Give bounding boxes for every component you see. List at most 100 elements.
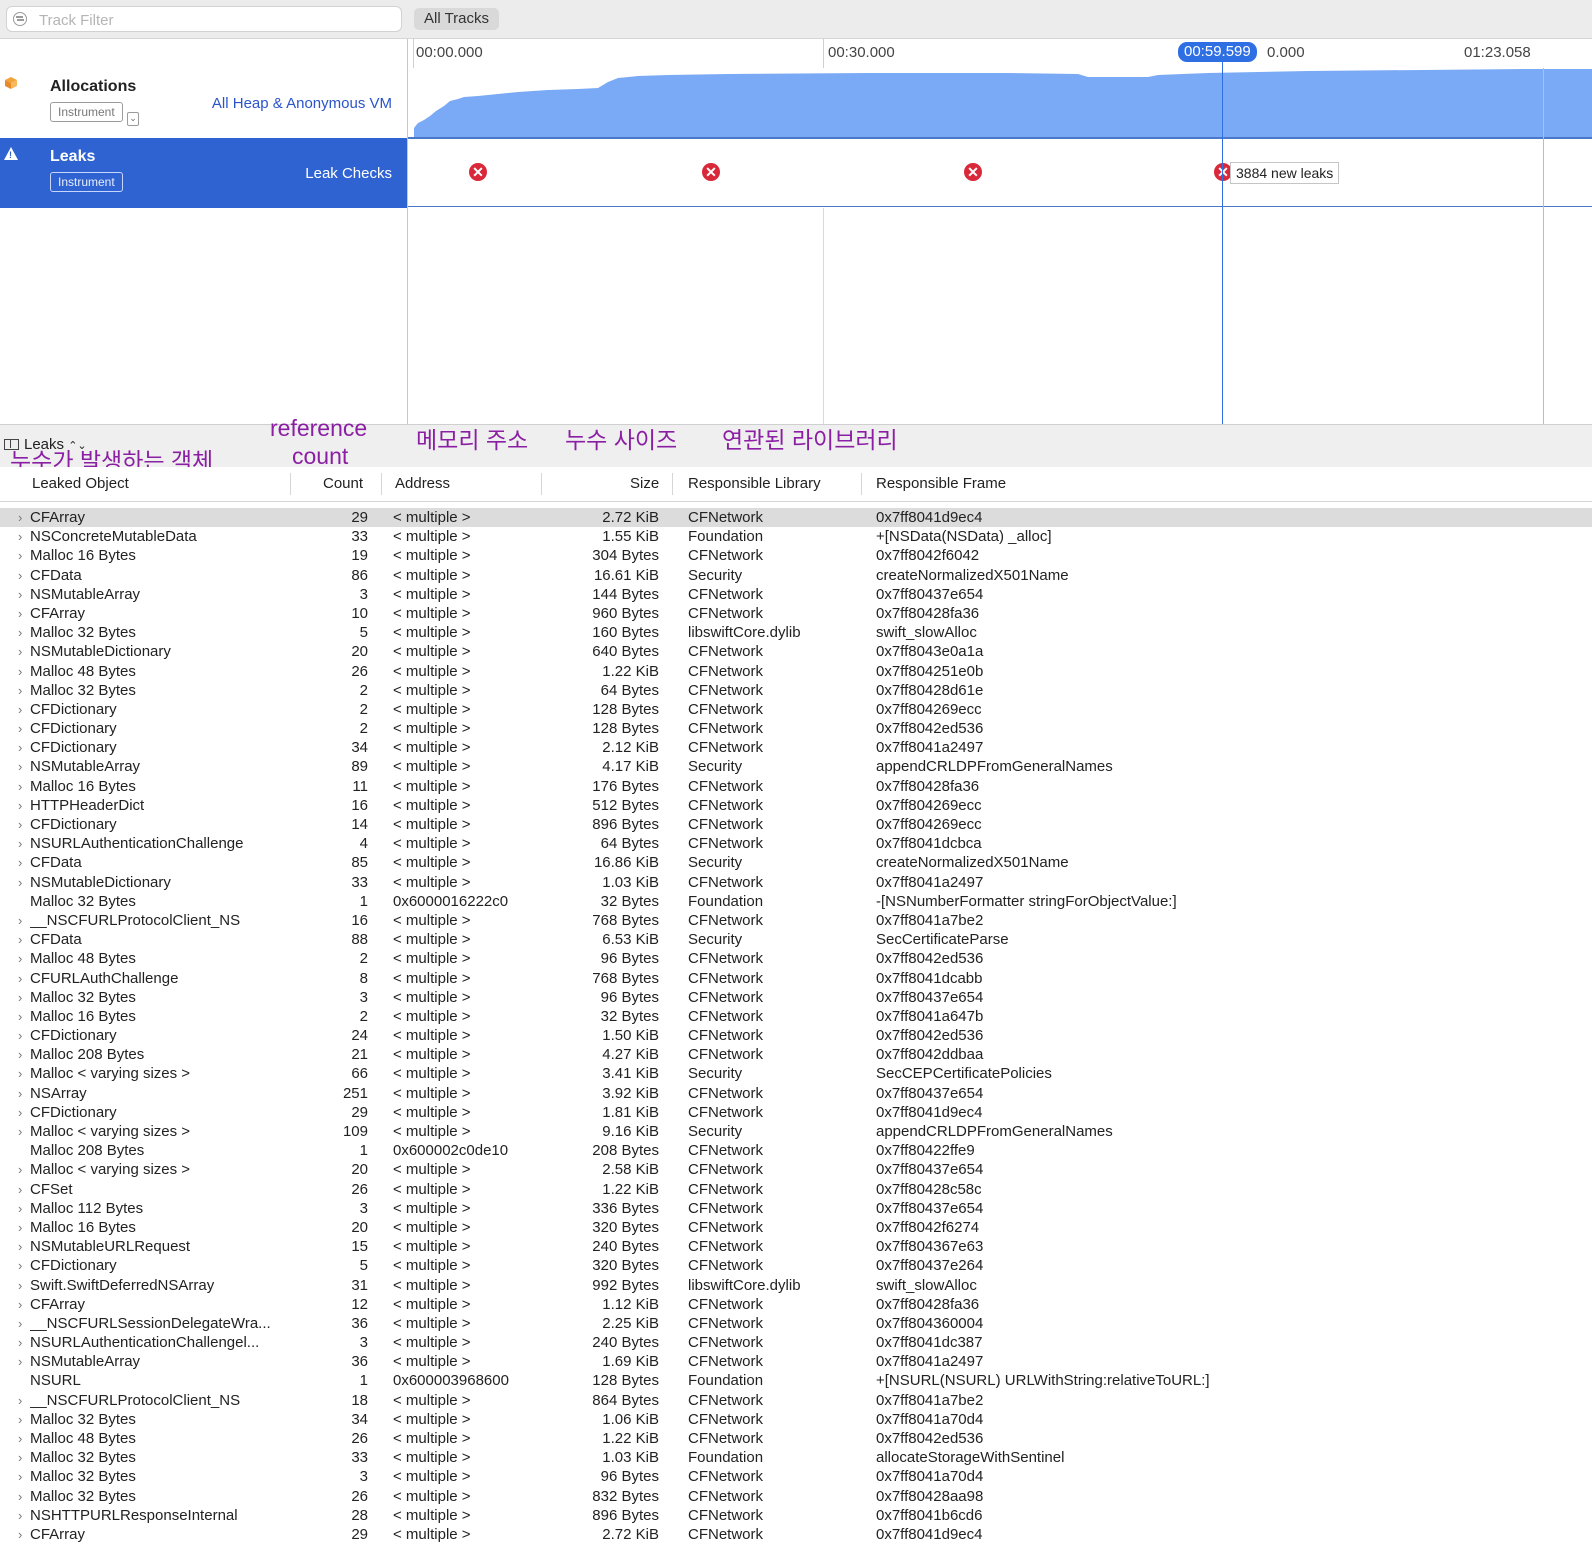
table-row[interactable]: › CFDictionary 34 < multiple > 2.12 KiB CFNet… [0,738,1592,757]
table-row[interactable]: › CFDictionary 24 < multiple > 1.50 KiB CFNet… [0,1026,1592,1045]
disclosure-chevron-icon[interactable]: › [18,700,22,719]
table-row[interactable]: › Malloc 32 Bytes 2 < multiple > 64 Bytes CFN… [0,681,1592,700]
table-row[interactable]: › Malloc 32 Bytes 33 < multiple > 1.03 KiB Fo… [0,1448,1592,1467]
table-row[interactable]: › CFDictionary 2 < multiple > 128 Bytes CFNet… [0,719,1592,738]
pane-divider[interactable] [407,39,408,424]
disclosure-chevron-icon[interactable]: › [18,719,22,738]
table-row[interactable]: › Malloc 32 Bytes 34 < multiple > 1.06 KiB CF… [0,1410,1592,1429]
disclosure-chevron-icon[interactable]: › [18,1045,22,1064]
table-row[interactable]: › HTTPHeaderDict 16 < multiple > 512 Bytes CF… [0,796,1592,815]
disclosure-chevron-icon[interactable]: › [18,604,22,623]
disclosure-chevron-icon[interactable]: › [18,1467,22,1486]
table-row[interactable]: › NSMutableDictionary 20 < multiple > 640 By… [0,642,1592,661]
table-row[interactable]: › Malloc 48 Bytes 26 < multiple > 1.22 KiB CF… [0,662,1592,681]
playhead-time-badge[interactable]: 00:59.599 [1178,42,1257,62]
table-row[interactable]: › Malloc 32 Bytes 3 < multiple > 96 Bytes CFN… [0,1467,1592,1486]
table-row[interactable]: › Malloc 48 Bytes 2 < multiple > 96 Bytes CFN… [0,949,1592,968]
all-tracks-button[interactable]: All Tracks [414,8,500,30]
disclosure-chevron-icon[interactable]: › [18,1391,22,1410]
disclosure-chevron-icon[interactable]: › [18,1084,22,1103]
time-ruler[interactable]: 00:00.000 00:30.000 0.000 01:23.058 [0,39,1592,69]
leak-marker-icon[interactable]: ✕ [964,163,982,181]
table-row[interactable]: › Malloc 112 Bytes 3 < multiple > 336 Bytes C… [0,1199,1592,1218]
disclosure-chevron-icon[interactable]: › [18,1237,22,1256]
table-row[interactable]: › Malloc < varying sizes > 20 < multiple > 2… [0,1160,1592,1179]
table-row[interactable]: › __NSCFURLProtocolClient_NS 18 < multiple … [0,1391,1592,1410]
disclosure-chevron-icon[interactable]: › [18,1276,22,1295]
table-row[interactable]: › CFDictionary 29 < multiple > 1.81 KiB CFNet… [0,1103,1592,1122]
disclosure-chevron-icon[interactable]: › [18,585,22,604]
track-detail-type[interactable]: All Heap & Anonymous VM [212,95,392,112]
disclosure-chevron-icon[interactable]: › [18,988,22,1007]
table-row[interactable]: Malloc 208 Bytes 1 0x600002c0de10 208 Bytes… [0,1141,1592,1160]
table-row[interactable]: › NSMutableArray 89 < multiple > 4.17 KiB Sec… [0,757,1592,776]
disclosure-chevron-icon[interactable]: › [18,1160,22,1179]
disclosure-chevron-icon[interactable]: › [18,1295,22,1314]
disclosure-chevron-icon[interactable]: › [18,911,22,930]
disclosure-chevron-icon[interactable]: › [18,834,22,853]
table-row[interactable]: › CFDictionary 2 < multiple > 128 Bytes CFNet… [0,700,1592,719]
table-row[interactable]: › Malloc < varying sizes > 66 < multiple > 3… [0,1064,1592,1083]
disclosure-chevron-icon[interactable]: › [18,508,22,527]
table-row[interactable]: › NSMutableURLRequest 15 < multiple > 240 By… [0,1237,1592,1256]
disclosure-chevron-icon[interactable]: › [18,1103,22,1122]
disclosure-chevron-icon[interactable]: › [18,949,22,968]
table-row[interactable]: › Malloc 16 Bytes 19 < multiple > 304 Bytes C… [0,546,1592,565]
table-row[interactable]: › CFDictionary 14 < multiple > 896 Bytes CFNe… [0,815,1592,834]
column-header-size[interactable]: Size [630,475,659,492]
leak-marker-icon[interactable]: ✕ [469,163,487,181]
disclosure-chevron-icon[interactable]: › [18,1410,22,1429]
disclosure-chevron-icon[interactable]: › [18,757,22,776]
disclosure-chevron-icon[interactable]: › [18,1218,22,1237]
table-row[interactable]: › CFDictionary 5 < multiple > 320 Bytes CFNet… [0,1256,1592,1275]
disclosure-chevron-icon[interactable]: › [18,738,22,757]
disclosure-chevron-icon[interactable]: › [18,873,22,892]
track-filter-field[interactable] [6,6,402,32]
table-row[interactable]: Malloc 32 Bytes 1 0x6000016222c0 32 Bytes Fo… [0,892,1592,911]
table-row[interactable]: › NSMutableDictionary 33 < multiple > 1.03 K… [0,873,1592,892]
disclosure-chevron-icon[interactable]: › [18,1122,22,1141]
table-row[interactable]: › NSMutableArray 3 < multiple > 144 Bytes CFN… [0,585,1592,604]
table-row[interactable]: › Swift.SwiftDeferredNSArray 31 < multiple … [0,1276,1592,1295]
disclosure-chevron-icon[interactable]: › [18,1256,22,1275]
table-row[interactable]: › NSHTTPURLResponseInternal 28 < multiple >… [0,1506,1592,1525]
table-row[interactable]: › __NSCFURLProtocolClient_NS 16 < multiple … [0,911,1592,930]
table-row[interactable]: › Malloc 16 Bytes 2 < multiple > 32 Bytes CFN… [0,1007,1592,1026]
disclosure-chevron-icon[interactable]: › [18,527,22,546]
disclosure-chevron-icon[interactable]: › [18,853,22,872]
table-row[interactable]: › CFArray 29 < multiple > 2.72 KiB CFNetwork 0… [0,1525,1592,1544]
table-row[interactable]: › Malloc < varying sizes > 109 < multiple >… [0,1122,1592,1141]
disclosure-chevron-icon[interactable]: › [18,1064,22,1083]
table-row[interactable]: › NSURLAuthenticationChallengel... 3 < mult… [0,1333,1592,1352]
disclosure-chevron-icon[interactable]: › [18,1487,22,1506]
disclosure-chevron-icon[interactable]: › [18,1429,22,1448]
disclosure-chevron-icon[interactable]: › [18,1199,22,1218]
table-row[interactable]: › Malloc 16 Bytes 20 < multiple > 320 Bytes C… [0,1218,1592,1237]
disclosure-chevron-icon[interactable]: › [18,662,22,681]
disclosure-chevron-icon[interactable]: › [18,1525,22,1544]
column-header-responsible-library[interactable]: Responsible Library [688,475,821,492]
disclosure-chevron-icon[interactable]: › [18,930,22,949]
disclosure-chevron-icon[interactable]: › [18,969,22,988]
table-row[interactable]: › CFData 85 < multiple > 16.86 KiB Security cr… [0,853,1592,872]
table-row[interactable]: › CFData 88 < multiple > 6.53 KiB Security Sec… [0,930,1592,949]
leaks-graph[interactable]: ✕ ✕ ✕ ✕ 3884 new leaks [408,138,1592,207]
table-row[interactable]: › CFData 86 < multiple > 16.61 KiB Security cr… [0,566,1592,585]
disclosure-chevron-icon[interactable]: › [18,796,22,815]
disclosure-chevron-icon[interactable]: › [18,1333,22,1352]
disclosure-chevron-icon[interactable]: › [18,546,22,565]
disclosure-chevron-icon[interactable]: › [18,1448,22,1467]
disclosure-chevron-icon[interactable]: › [18,566,22,585]
table-row[interactable]: › __NSCFURLSessionDelegateWra... 36 < multi… [0,1314,1592,1333]
table-row[interactable]: › NSArray 251 < multiple > 3.92 KiB CFNetwork… [0,1084,1592,1103]
track-allocations[interactable]: Allocations Instrument ⌄ All Heap & Anon… [0,68,408,139]
table-row[interactable]: › CFArray 12 < multiple > 1.12 KiB CFNetwork 0… [0,1295,1592,1314]
disclosure-chevron-icon[interactable]: › [18,1506,22,1525]
table-row[interactable]: › CFSet 26 < multiple > 1.22 KiB CFNetwork 0x7… [0,1180,1592,1199]
leak-marker-icon[interactable]: ✕ [702,163,720,181]
table-row[interactable]: › Malloc 32 Bytes 3 < multiple > 96 Bytes CFN… [0,988,1592,1007]
disclosure-chevron-icon[interactable]: › [18,1314,22,1333]
table-row[interactable]: › Malloc 16 Bytes 11 < multiple > 176 Bytes C… [0,777,1592,796]
disclosure-chevron-icon[interactable]: › [18,642,22,661]
chevron-down-icon[interactable]: ⌄ [127,112,139,126]
